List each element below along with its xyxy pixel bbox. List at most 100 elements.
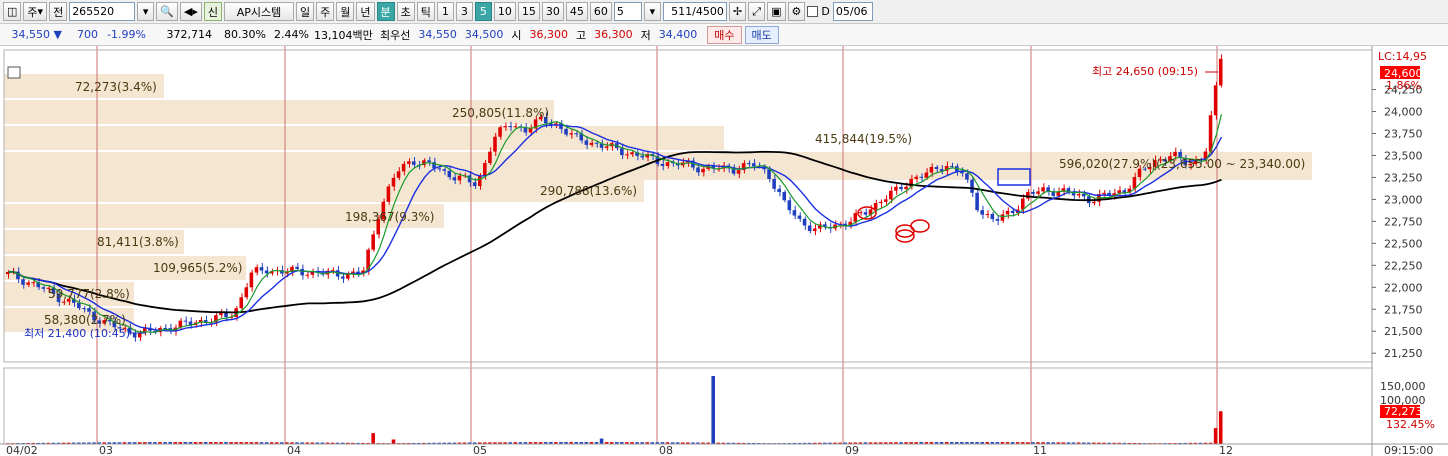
interval-1-button[interactable]: 1 (436, 2, 454, 21)
turnover-ratio: 2.44% (274, 28, 309, 41)
search-icon[interactable]: 🔍 (156, 2, 178, 21)
interval-30-button[interactable]: 30 (541, 2, 564, 21)
quote-bar: 34,550 ▼ 700 -1.99% 372,714 80.30% 2.44%… (0, 24, 1448, 46)
interval-dropdown-icon[interactable]: ▾ (643, 2, 661, 21)
candle-body-169 (863, 212, 868, 215)
profile-label-5: 198,367(9.3%) (345, 210, 434, 224)
candle-body-153 (782, 192, 787, 201)
candle-body-151 (772, 178, 776, 189)
crosshair-icon[interactable]: ✢ (728, 2, 747, 21)
period-tick-button[interactable]: 틱 (416, 2, 435, 21)
profile-label-8: 59,777(2.8%) (48, 287, 130, 301)
layout-icon[interactable]: ◫ (3, 2, 22, 21)
volume-tick-label-0: 150,000 (1380, 380, 1426, 393)
candle-body-47 (244, 287, 249, 298)
candle-body-137 (701, 168, 705, 173)
sell-button[interactable]: 매도 (744, 25, 779, 44)
candle-body-182 (929, 166, 934, 173)
gear-icon[interactable]: ⚙ (787, 2, 806, 21)
candle-body-100 (513, 126, 518, 128)
candle-body-48 (249, 272, 254, 288)
candle-body-212 (1081, 193, 1086, 197)
candle-body-198 (1010, 210, 1015, 213)
stock-code-input[interactable]: 265520 (69, 2, 136, 21)
candle-body-204 (1041, 187, 1045, 192)
period-year-button[interactable]: 년 (356, 2, 375, 21)
interval-60-button[interactable]: 60 (589, 2, 612, 21)
mode-select[interactable]: 주 ▾ (23, 2, 48, 21)
low-label: 저 (640, 28, 651, 42)
chart-tool-icon[interactable]: ⤢ (748, 2, 766, 21)
period-second-button[interactable]: 초 (396, 2, 415, 21)
candle-body-167 (853, 213, 858, 222)
candle-body-171 (873, 203, 878, 210)
prev-button[interactable]: 전 (49, 2, 68, 21)
candle-body-66 (340, 276, 345, 279)
candle-body-98 (503, 126, 507, 128)
candle-body-99 (508, 126, 512, 128)
candle-body-92 (472, 182, 477, 187)
save-icon[interactable]: ▣ (767, 2, 786, 21)
candle-body-94 (483, 163, 487, 176)
price-chart[interactable]: 24,25024,00023,75023,50023,25023,00022,7… (0, 46, 1448, 456)
count-total: /4500 (692, 5, 724, 18)
interval-5-button[interactable]: 5 (474, 2, 492, 21)
candle-body-172 (878, 201, 883, 204)
period-day-button[interactable]: 일 (296, 2, 315, 21)
candle-body-5 (31, 282, 35, 284)
candle-body-42 (219, 312, 223, 316)
candle-body-78 (401, 163, 406, 172)
volume-ratio: 80.30% (224, 28, 266, 41)
candle-body-216 (1102, 192, 1106, 195)
candle-body-196 (1000, 214, 1005, 221)
interval-10-button[interactable]: 10 (493, 2, 516, 21)
date-label-3: 05 (473, 444, 487, 456)
volume-bar-238 (1213, 428, 1218, 444)
candle-body-86 (442, 169, 447, 171)
period-month-button[interactable]: 월 (336, 2, 355, 21)
buy-button[interactable]: 매수 (707, 25, 742, 44)
candle-body-146 (746, 163, 751, 165)
grid-icon[interactable] (7, 66, 21, 79)
candle-body-111 (569, 133, 573, 135)
sound-icon[interactable]: ◀▸ (179, 2, 202, 21)
candle-body-93 (477, 175, 482, 187)
candle-body-122 (625, 154, 629, 156)
sin-badge[interactable]: 신 (203, 2, 222, 21)
candle-body-156 (797, 215, 802, 219)
date-label-5: 09 (845, 444, 859, 456)
count-field[interactable]: 511/4500 (662, 2, 727, 21)
candle-body-77 (396, 171, 401, 178)
candle-body-200 (1021, 198, 1025, 210)
interval-3-button[interactable]: 3 (455, 2, 473, 21)
profile-label-1: 250,805(11.8%) (452, 106, 549, 120)
price-tick-label-9: 22,000 (1384, 281, 1423, 294)
candle-body-46 (239, 297, 244, 309)
code-dropdown-icon[interactable]: ▾ (137, 2, 155, 21)
open-label: 시 (511, 28, 522, 42)
date-checkbox[interactable] (807, 6, 819, 17)
candle-body-14 (77, 302, 81, 309)
candle-body-7 (41, 287, 46, 289)
bid-price: 34,500 (464, 28, 504, 41)
candle-body-152 (777, 188, 781, 193)
profile-label-0: 72,273(3.4%) (75, 80, 157, 94)
date-input[interactable]: 05/06 (832, 2, 873, 21)
stock-name-display[interactable]: AP시스템 (224, 2, 294, 21)
interval-input[interactable]: 5 (613, 2, 642, 21)
date-label-7: 12 (1219, 444, 1233, 456)
interval-45-button[interactable]: 45 (565, 2, 588, 21)
price-tick-label-6: 22,750 (1384, 215, 1423, 228)
candle-body-97 (498, 127, 502, 137)
period-week-button[interactable]: 주 (316, 2, 335, 21)
candle-body-129 (660, 163, 665, 166)
volume-bar-76 (391, 439, 396, 444)
candle-body-155 (792, 210, 797, 216)
period-minute-button[interactable]: 분 (376, 2, 395, 21)
candle-body-95 (488, 151, 492, 164)
trade-amount: 13,104백만 (314, 28, 373, 42)
candle-body-192 (980, 210, 984, 215)
candle-body-238 (1213, 85, 1218, 116)
interval-15-button[interactable]: 15 (517, 2, 540, 21)
candle-body-239 (1218, 58, 1223, 86)
